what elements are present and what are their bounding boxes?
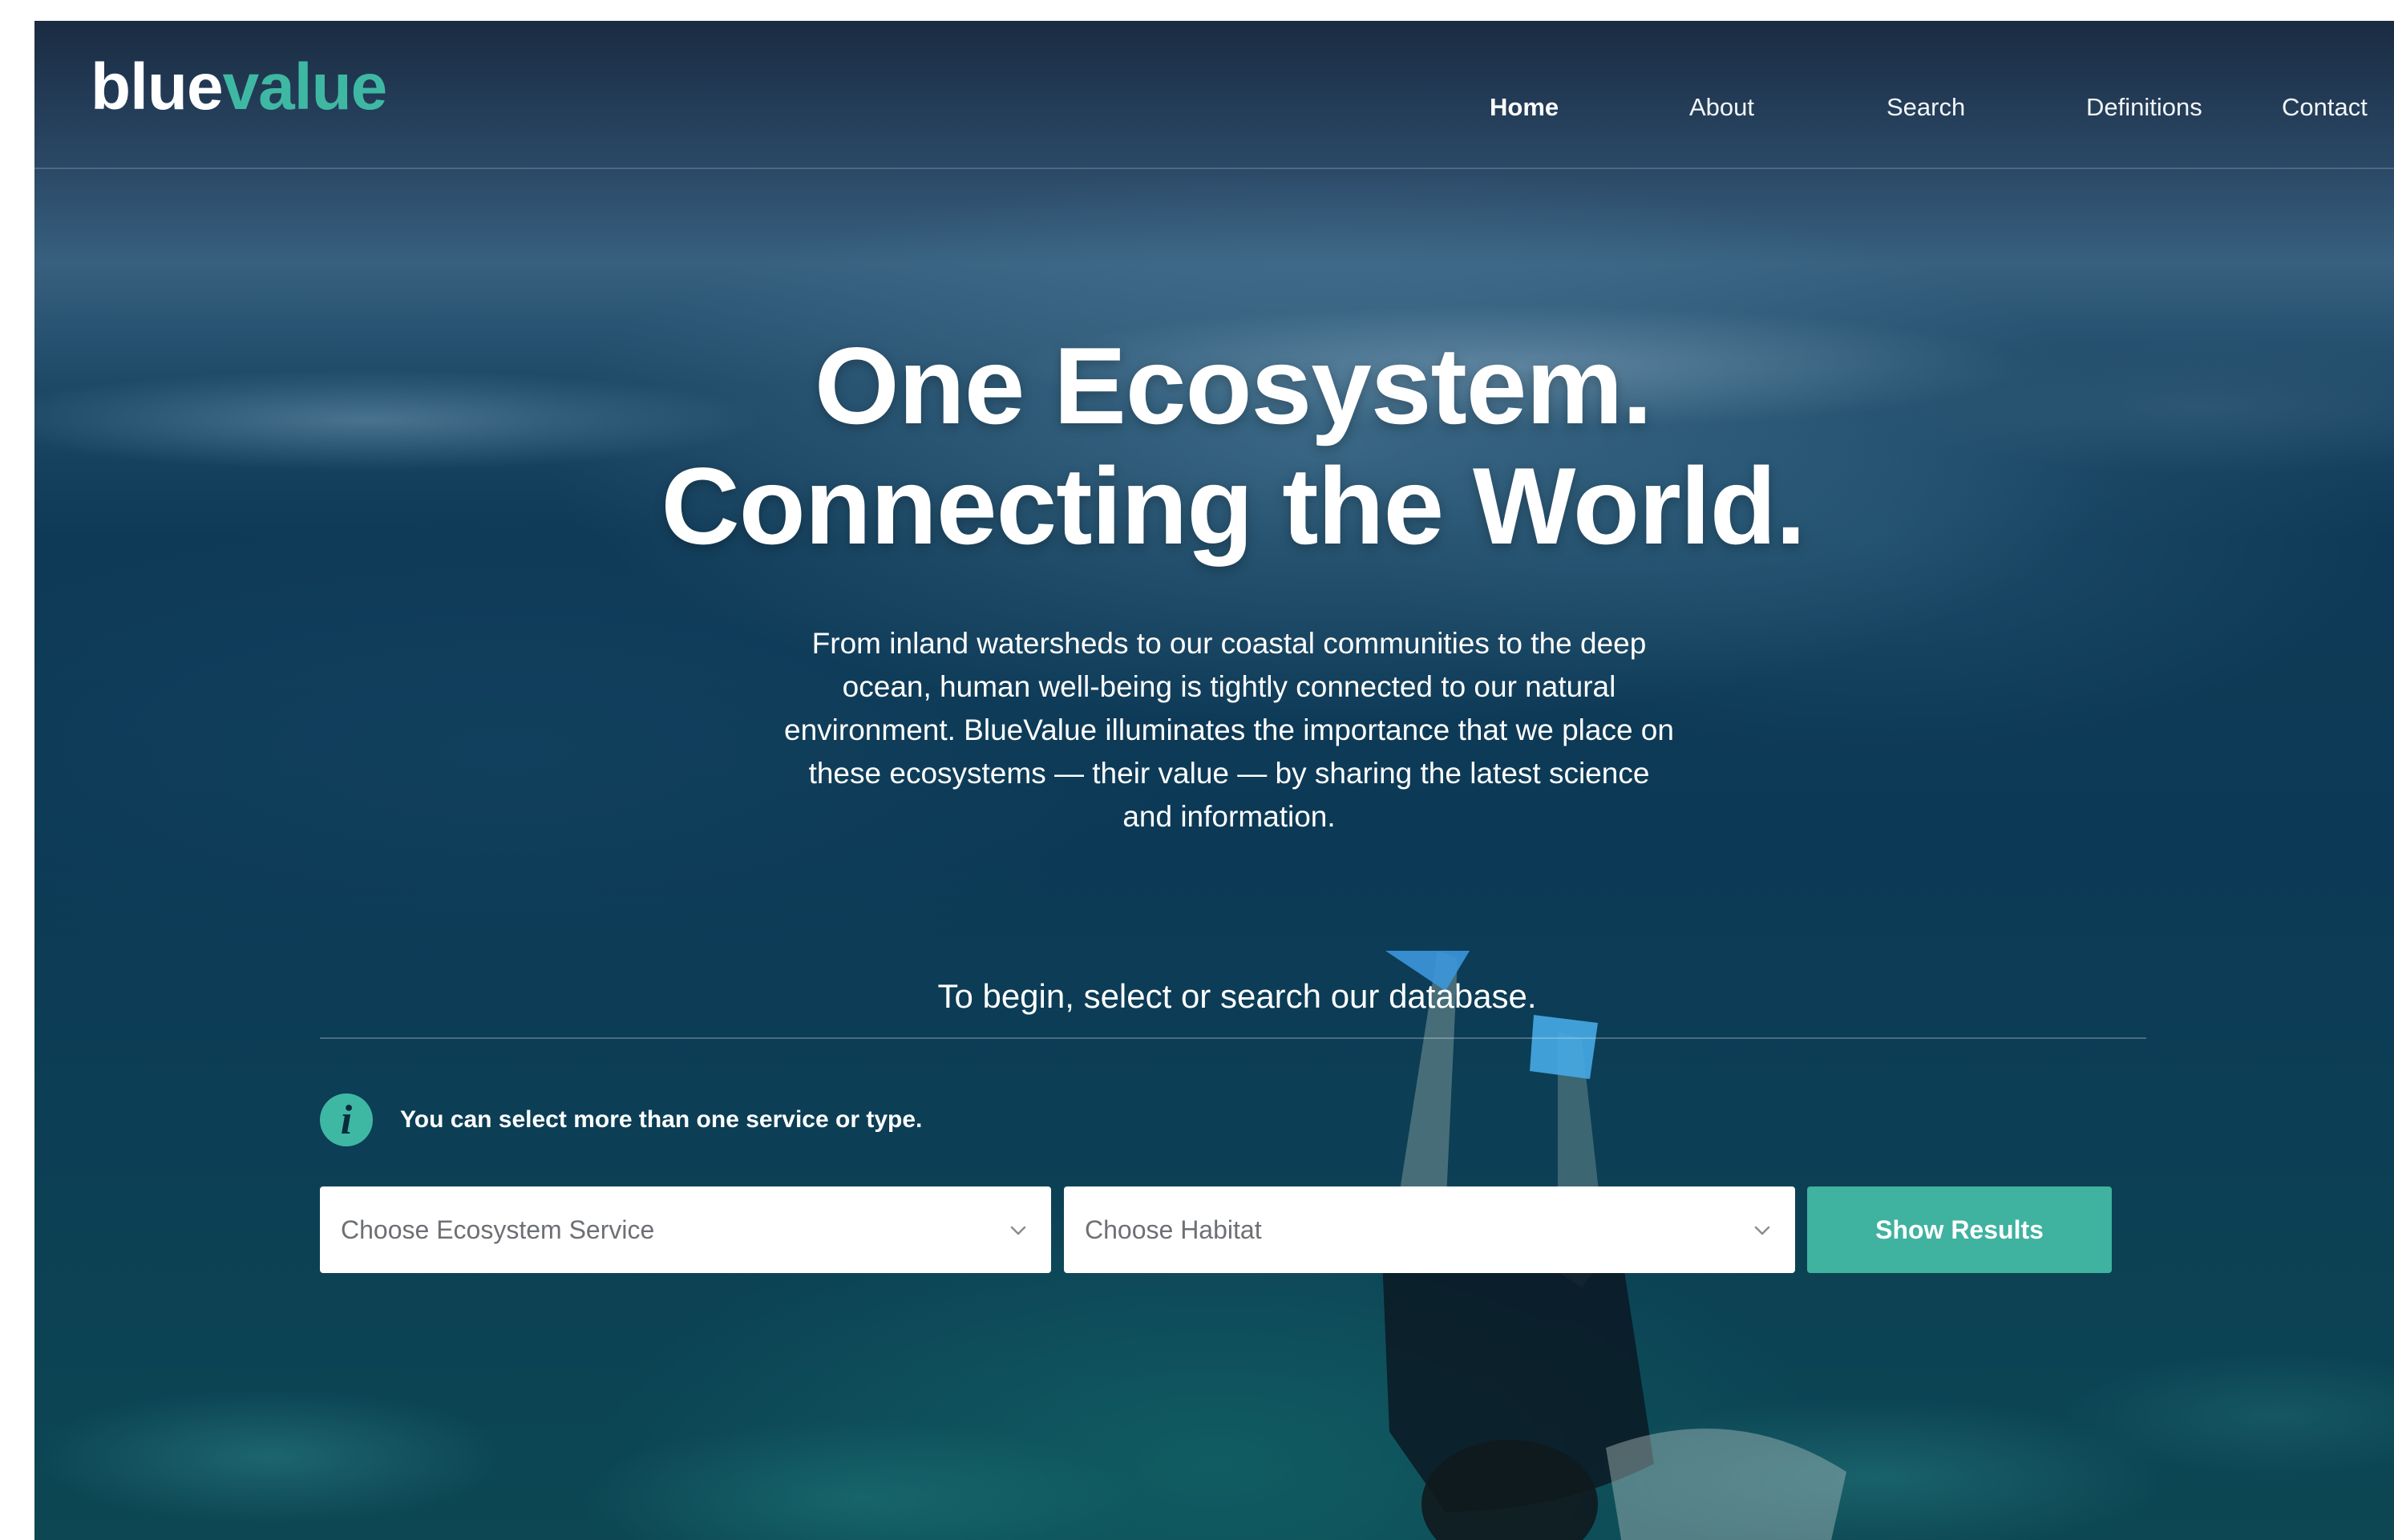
ecosystem-service-select[interactable]: Choose Ecosystem Service [320, 1186, 1051, 1273]
logo-text-blue: blue [91, 51, 224, 123]
habitat-placeholder: Choose Habitat [1085, 1215, 1262, 1244]
page-frame: bluevalue Home About Search Definitions … [34, 21, 2394, 1540]
hero-description: From inland watersheds to our coastal co… [784, 627, 1674, 833]
nav-contact[interactable]: Contact [2282, 93, 2368, 122]
search-prompt: To begin, select or search our database. [937, 977, 1537, 1015]
info-icon: i [320, 1093, 373, 1146]
hero-title-line-2: Connecting the World. [661, 445, 1806, 567]
nav-about[interactable]: About [1689, 93, 1754, 122]
nav-search[interactable]: Search [1886, 93, 1965, 122]
chevron-down-icon [1010, 1226, 1026, 1235]
bluevalue-logo[interactable]: bluevalue [91, 55, 387, 120]
selection-hint: i You can select more than one service o… [320, 1092, 922, 1148]
site-header: bluevalue Home About Search Definitions … [34, 21, 2394, 169]
section-divider [320, 1037, 2146, 1039]
seabed-background [34, 1123, 2394, 1540]
show-results-button[interactable]: Show Results [1807, 1186, 2112, 1273]
chevron-down-icon [1754, 1226, 1770, 1235]
hero-title-line-1: One Ecosystem. [814, 325, 1652, 447]
nav-home[interactable]: Home [1490, 93, 1559, 122]
habitat-select[interactable]: Choose Habitat [1064, 1186, 1795, 1273]
nav-definitions[interactable]: Definitions [2086, 93, 2202, 122]
hero-title: One Ecosystem. Connecting the World. [34, 325, 2394, 566]
logo-text-value: value [222, 51, 388, 123]
ecosystem-service-placeholder: Choose Ecosystem Service [341, 1215, 655, 1244]
selection-hint-text: You can select more than one service or … [400, 1106, 923, 1133]
